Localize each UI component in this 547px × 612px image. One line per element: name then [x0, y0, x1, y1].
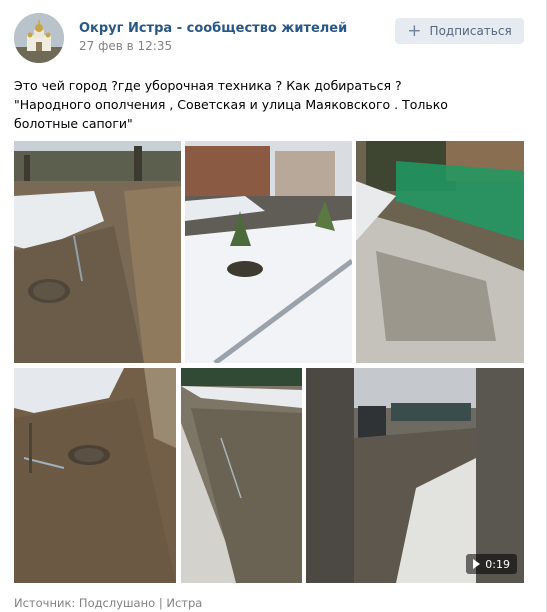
post-source[interactable]: Источник: Подслушано | Истра: [14, 596, 202, 610]
post-date[interactable]: 27 фев в 12:35: [79, 39, 172, 53]
photo-snow-trees-road[interactable]: [185, 141, 352, 363]
subscribe-label: Подписаться: [429, 24, 512, 38]
post-text-line: "Народного ополчения , Советская и улица…: [14, 97, 448, 131]
video-duration-badge: 0:19: [466, 554, 517, 574]
church-avatar-icon: [14, 13, 64, 63]
post-text: Это чей город ?где уборочная техника ? К…: [14, 76, 514, 133]
group-name-link[interactable]: Округ Истра - сообщество жителей: [79, 21, 347, 36]
photo-snowbank-water[interactable]: [181, 368, 302, 583]
photo-fence-slush[interactable]: [356, 141, 524, 363]
subscribe-button[interactable]: + Подписаться: [395, 18, 524, 44]
video-duration: 0:19: [485, 557, 510, 571]
video-thumbnail[interactable]: 0:19: [306, 368, 524, 583]
play-icon: [473, 559, 481, 569]
post-text-line: Это чей город ?где уборочная техника ? К…: [14, 78, 402, 93]
plus-icon: +: [407, 20, 422, 41]
group-avatar[interactable]: [14, 13, 64, 63]
post-card: Округ Истра - сообщество жителей 27 фев …: [0, 0, 547, 612]
photo-puddle-manhole[interactable]: [14, 368, 176, 583]
photo-flooded-road-manhole[interactable]: [14, 141, 181, 363]
